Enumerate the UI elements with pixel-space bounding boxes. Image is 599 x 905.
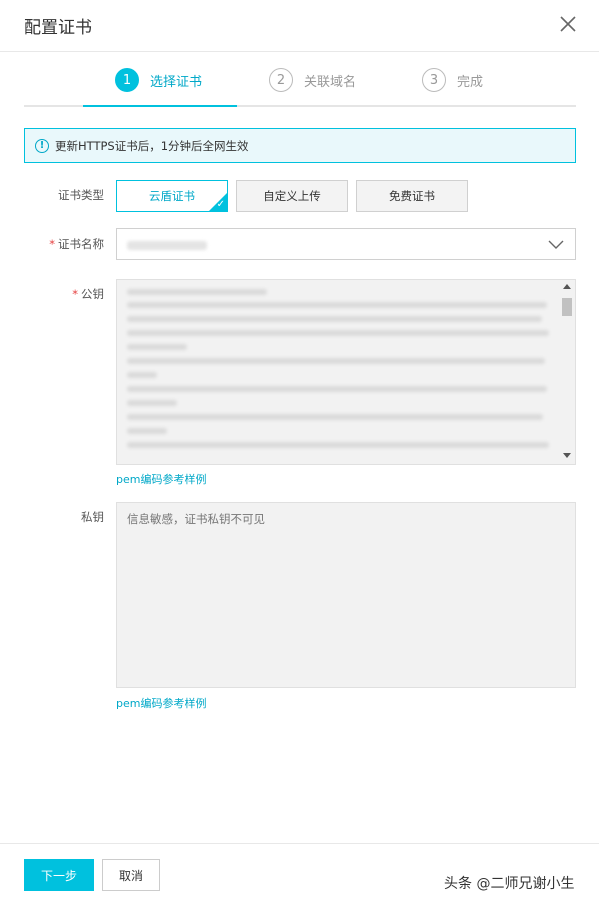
dialog-header: 配置证书	[0, 0, 599, 52]
option-label: 自定义上传	[263, 189, 321, 203]
step-number: 3	[422, 68, 446, 92]
cert-name-select[interactable]	[116, 228, 576, 260]
step-3: 3 完成	[422, 68, 483, 92]
check-icon: ✓	[216, 199, 225, 210]
watermark: 头条 @二师兄谢小生	[444, 876, 575, 892]
step-1: 1 选择证书	[115, 68, 202, 92]
info-icon: !	[35, 138, 49, 153]
chevron-down-icon	[548, 240, 564, 249]
cert-type-option-free[interactable]: 免费证书	[356, 180, 468, 212]
cert-type-option-custom-upload[interactable]: 自定义上传	[236, 180, 348, 212]
scroll-up-arrow-icon[interactable]	[563, 284, 571, 289]
required-mark: *	[72, 287, 78, 301]
cancel-button[interactable]: 取消	[102, 859, 160, 891]
step-active-underline	[83, 105, 237, 107]
private-key-label: 私钥	[81, 510, 104, 524]
cert-type-option-yundun[interactable]: 云盾证书 ✓	[116, 180, 228, 212]
label-text: 公钥	[81, 287, 104, 301]
private-key-textarea[interactable]	[116, 502, 576, 688]
dialog-title: 配置证书	[24, 18, 92, 38]
notice-text: 更新HTTPS证书后，1分钟后全网生效	[55, 138, 249, 153]
public-key-sample-link[interactable]: pem编码参考样例	[116, 471, 206, 487]
scroll-down-arrow-icon[interactable]	[563, 453, 571, 458]
step-indicator: 1 选择证书 2 关联域名 3 完成	[24, 60, 576, 108]
cert-type-label: 证书类型	[58, 188, 104, 202]
option-label: 云盾证书	[149, 189, 195, 203]
step-number: 1	[115, 68, 139, 92]
option-label: 免费证书	[389, 189, 435, 203]
close-icon[interactable]	[558, 14, 578, 34]
step-label: 选择证书	[150, 74, 203, 90]
info-notice: ! 更新HTTPS证书后，1分钟后全网生效	[24, 128, 576, 163]
step-label: 完成	[457, 74, 484, 90]
private-key-sample-link[interactable]: pem编码参考样例	[116, 695, 206, 711]
blurred-value	[127, 241, 207, 250]
step-label: 关联域名	[304, 74, 357, 90]
label-text: 证书名称	[58, 237, 104, 251]
step-number: 2	[269, 68, 293, 92]
required-mark: *	[49, 237, 55, 251]
scrollbar[interactable]	[559, 280, 575, 464]
cert-name-label: * 证书名称	[24, 236, 104, 252]
next-step-button[interactable]: 下一步	[24, 859, 94, 891]
public-key-label: * 公钥	[24, 286, 104, 302]
scroll-thumb[interactable]	[562, 298, 572, 316]
step-2: 2 关联域名	[269, 68, 356, 92]
public-key-textarea[interactable]	[116, 279, 576, 465]
